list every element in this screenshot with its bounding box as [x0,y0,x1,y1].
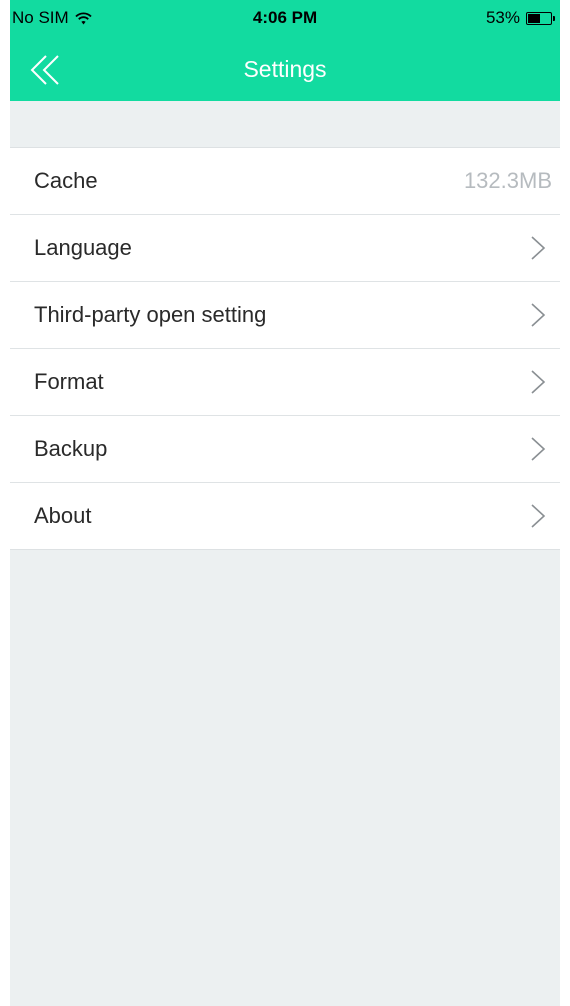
settings-list: Cache 132.3MB Language Third-party open … [10,147,560,550]
settings-row-cache[interactable]: Cache 132.3MB [10,148,560,215]
status-time: 4:06 PM [252,8,318,27]
battery-icon [526,11,555,25]
page-title: Settings [243,56,327,82]
row-label: Cache [34,168,98,193]
settings-row-backup[interactable]: Backup [10,416,560,483]
status-right: 53% [485,8,555,28]
row-label: About [34,503,92,528]
settings-row-about[interactable]: About [10,483,560,549]
settings-screen: No SIM 4:06 PM 53% Settings Cache 132.3M… [10,0,560,1006]
row-label: Third-party open setting [34,302,267,327]
settings-row-format[interactable]: Format [10,349,560,416]
settings-row-third-party[interactable]: Third-party open setting [10,282,560,349]
section-spacer [10,101,560,147]
row-label: Language [34,235,132,260]
chevron-right-icon [531,303,546,327]
chevron-right-icon [531,370,546,394]
battery-fill [528,13,540,23]
chevron-right-icon [531,437,546,461]
header: No SIM 4:06 PM 53% Settings [10,0,560,101]
status-bar: No SIM 4:06 PM 53% [10,0,560,34]
battery-tip [553,15,555,21]
chevron-right-icon [531,236,546,260]
battery-percent: 53% [485,8,520,27]
row-label: Format [34,369,104,394]
row-label: Backup [34,436,108,461]
cache-size-value: 132.3MB [463,168,552,193]
settings-row-language[interactable]: Language [10,215,560,282]
chevron-right-icon [531,504,546,528]
